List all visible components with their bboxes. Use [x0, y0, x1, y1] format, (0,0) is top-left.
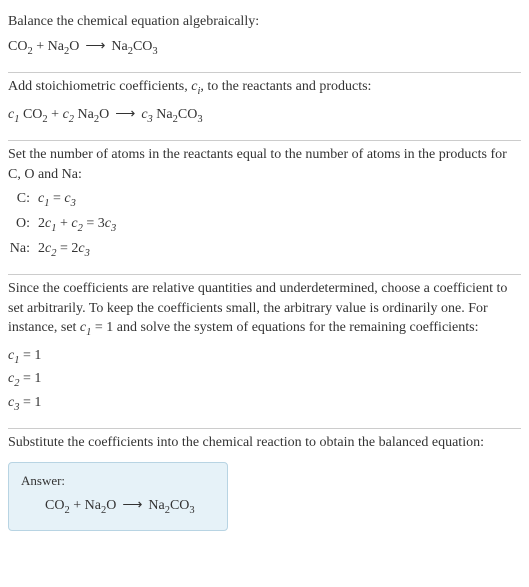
arrow-icon: ⟶ [122, 498, 142, 513]
stoich-text: Add stoichiometric coefficients, ci, to … [8, 77, 521, 99]
section-stoichiometric: Add stoichiometric coefficients, ci, to … [8, 73, 521, 140]
atom-equations-table: C: c1 = c3 O: 2c1 + c2 = 3c3 Na: 2c2 = 2… [8, 188, 521, 262]
answer-label: Answer: [21, 473, 215, 489]
answer-box: Answer: CO2 + Na2O⟶Na2CO3 [8, 462, 228, 531]
c1-value: c1 = 1 [8, 345, 521, 369]
arrow-icon: ⟶ [115, 107, 135, 122]
arrow-icon: ⟶ [85, 39, 105, 54]
section-solve: Since the coefficients are relative quan… [8, 275, 521, 427]
section-atom-balance: Set the number of atoms in the reactants… [8, 141, 521, 274]
na2o: Na2O [78, 107, 110, 122]
na2o: Na2O [48, 39, 80, 54]
atom-row-o: O: 2c1 + c2 = 3c3 [8, 213, 521, 238]
co2: CO2 [8, 39, 33, 54]
na2co3: Na2CO3 [148, 498, 194, 513]
atom-row-c: C: c1 = c3 [8, 188, 521, 213]
balanced-equation: CO2 + Na2O⟶Na2CO3 [21, 495, 215, 520]
c2-value: c2 = 1 [8, 368, 521, 392]
equation-unbalanced: CO2 + Na2O⟶Na2CO3 [8, 36, 521, 61]
co2: CO2 [45, 498, 70, 513]
equation-with-coeffs: c1 CO2 + c2 Na2O⟶c3 Na2CO3 [8, 104, 521, 129]
atom-row-na: Na: 2c2 = 2c3 [8, 238, 521, 263]
intro-text: Balance the chemical equation algebraica… [8, 12, 521, 32]
c3-value: c3 = 1 [8, 392, 521, 416]
solve-text: Since the coefficients are relative quan… [8, 279, 521, 341]
co2: CO2 [23, 107, 48, 122]
na2o: Na2O [85, 498, 117, 513]
atom-balance-text: Set the number of atoms in the reactants… [8, 145, 521, 184]
na2co3: Na2CO3 [156, 107, 202, 122]
substitute-text: Substitute the coefficients into the che… [8, 433, 521, 453]
na2co3: Na2CO3 [111, 39, 157, 54]
section-answer: Substitute the coefficients into the che… [8, 429, 521, 543]
section-balance-intro: Balance the chemical equation algebraica… [8, 8, 521, 72]
